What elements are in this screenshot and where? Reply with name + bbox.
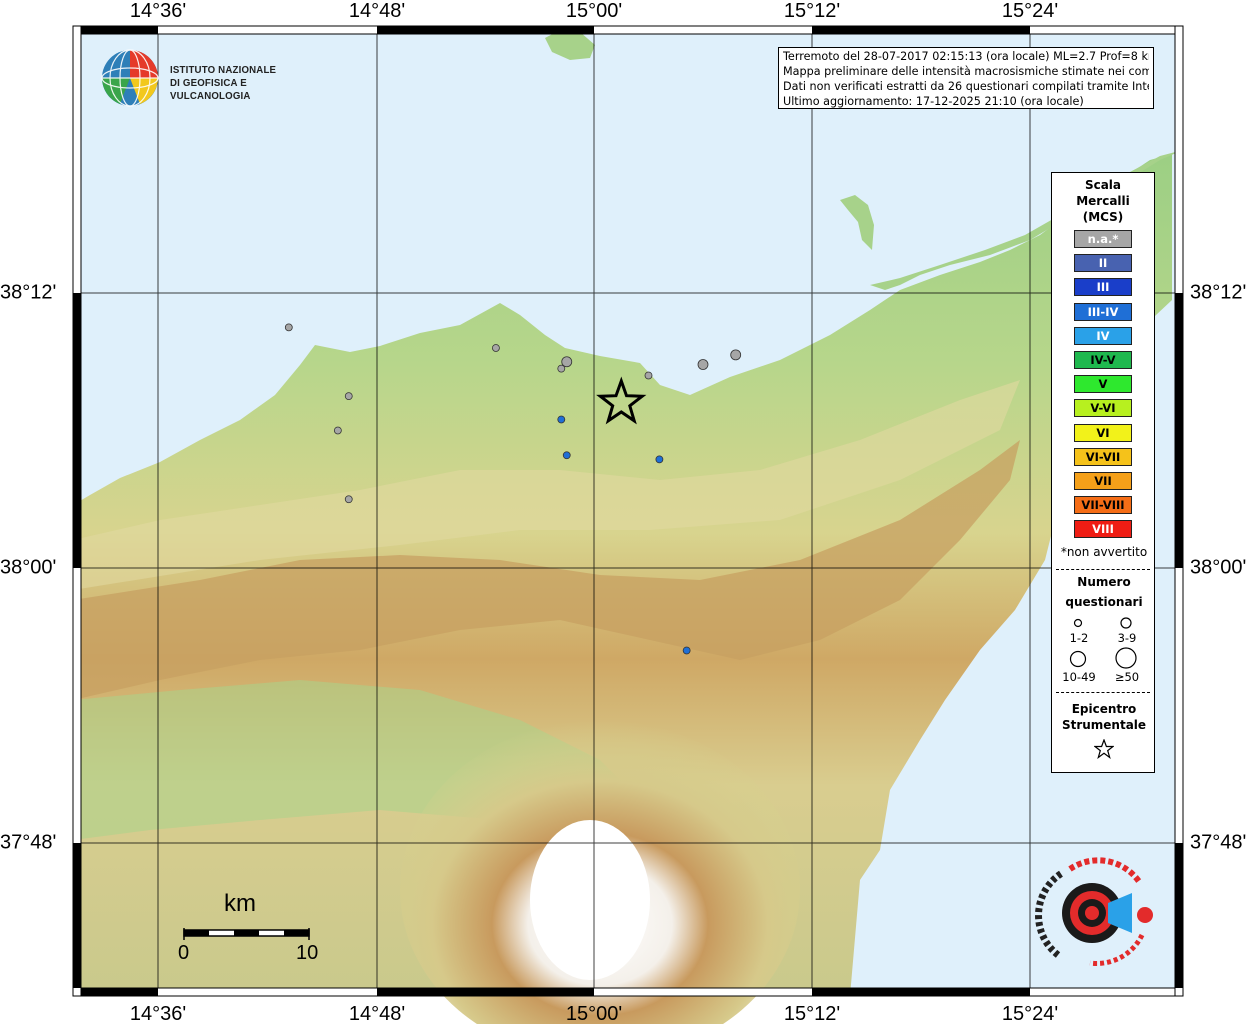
intensity-swatch: IV	[1074, 326, 1132, 345]
event-info-line: Terremoto del 28-07-2017 02:15:13 (ora l…	[783, 50, 1149, 63]
count-label: ≥50	[1114, 670, 1140, 684]
observation-point[interactable]	[697, 359, 709, 370]
lon-label-top: 14°48'	[348, 0, 406, 22]
lon-label-top: 15°24'	[1001, 0, 1059, 22]
lon-label-bottom: 15°24'	[1001, 1003, 1059, 1025]
lon-label-top: 14°36'	[129, 0, 187, 22]
count-label: 10-49	[1062, 670, 1096, 684]
observation-point[interactable]	[491, 344, 500, 352]
intensity-swatch: VII	[1074, 472, 1132, 490]
legend: Scala Mercalli (MCS) n.a.* II III III-IV IV I…	[1051, 172, 1155, 773]
observation-point[interactable]	[284, 323, 293, 332]
count-label: 3-9	[1117, 631, 1137, 645]
legend-footnote: *non avvertito	[1060, 545, 1148, 559]
haisentito-logo-icon	[1035, 857, 1153, 966]
lat-label-right: 38°00'	[1190, 556, 1247, 579]
lon-label-bottom: 14°36'	[129, 1003, 187, 1025]
intensity-swatch: III-IV	[1074, 302, 1132, 321]
star-icon	[1094, 739, 1114, 759]
event-info-box: Terremoto del 28-07-2017 02:15:13 (ora l…	[778, 47, 1154, 109]
event-info-line: Dati non verificati estratti da 26 quest…	[783, 80, 1149, 93]
count-symbol-medium	[1120, 617, 1132, 629]
ingv-name-line2: DI GEOFISICA E VULCANOLOGIA	[170, 77, 251, 102]
etna-summit	[530, 820, 650, 980]
lat-label-right: 38°12'	[1190, 281, 1247, 304]
intensity-swatch: II	[1074, 254, 1132, 273]
intensity-swatch: III	[1074, 278, 1132, 297]
observation-point[interactable]	[561, 356, 573, 368]
legend-title-line: Mercalli	[1076, 194, 1130, 208]
intensity-swatch: VIII	[1074, 520, 1132, 539]
epicenter-title: Epicentro	[1071, 702, 1137, 716]
epicenter-title: Strumentale	[1061, 718, 1147, 732]
observation-point[interactable]	[655, 455, 664, 464]
count-title: questionari	[1065, 595, 1143, 609]
event-info-line: Mappa preliminare delle intensità macros…	[783, 65, 1149, 78]
observation-point[interactable]	[730, 349, 742, 361]
scale-bar: km 0 10	[178, 890, 330, 970]
legend-title: Scala Mercalli (MCS)	[1052, 177, 1154, 225]
scale-unit: km	[224, 890, 256, 917]
intensity-swatch: V	[1074, 375, 1132, 394]
scale-bar-graphic	[183, 928, 310, 940]
lat-label-left: 38°00'	[0, 556, 57, 579]
count-symbol-small	[1073, 618, 1083, 628]
ingv-logo: ISTITUTO NAZIONALE DI GEOFISICA E VULCAN…	[100, 48, 320, 108]
observation-point[interactable]	[682, 646, 691, 655]
ingv-name-line1: ISTITUTO NAZIONALE	[170, 64, 277, 76]
intensity-swatch: V-VI	[1074, 399, 1132, 418]
legend-divider	[1056, 692, 1150, 693]
legend-title-line: (MCS)	[1082, 210, 1124, 224]
legend-divider	[1056, 569, 1150, 570]
intensity-swatch: n.a.*	[1074, 230, 1132, 248]
observation-point[interactable]	[344, 392, 353, 401]
observation-point[interactable]	[333, 426, 342, 435]
scale-end: 10	[296, 942, 319, 964]
count-symbol-xlarge	[1115, 647, 1137, 669]
lon-label-top: 15°00'	[565, 0, 623, 22]
count-title: Numero	[1077, 575, 1131, 589]
lat-label-left: 37°48'	[0, 831, 57, 854]
lon-label-bottom: 14°48'	[348, 1003, 406, 1025]
observation-point[interactable]	[557, 415, 566, 424]
globe-icon	[101, 49, 159, 107]
observation-point[interactable]	[344, 495, 353, 504]
intensity-swatch: VI	[1074, 423, 1132, 442]
lon-label-bottom: 15°12'	[783, 1003, 841, 1025]
intensity-swatch: IV-V	[1074, 351, 1132, 369]
lat-label-left: 38°12'	[0, 281, 57, 304]
observation-point[interactable]	[562, 451, 571, 460]
observation-point[interactable]	[644, 371, 653, 380]
lat-label-right: 37°48'	[1190, 831, 1247, 854]
count-label: 1-2	[1069, 631, 1089, 645]
event-info-line: Ultimo aggiornamento: 17-12-2025 21:10 (…	[783, 95, 1084, 108]
count-symbol-large	[1069, 650, 1087, 668]
map-page: 14°36' 14°48' 15°00' 15°12' 15°24' 14°36…	[0, 0, 1255, 1025]
intensity-swatch: VI-VII	[1074, 447, 1132, 466]
scale-start: 0	[178, 942, 190, 964]
legend-title-line: Scala	[1084, 178, 1122, 192]
lon-label-bottom: 15°00'	[565, 1003, 623, 1025]
lon-label-top: 15°12'	[783, 0, 841, 22]
intensity-swatch: VII-VIII	[1074, 496, 1132, 515]
